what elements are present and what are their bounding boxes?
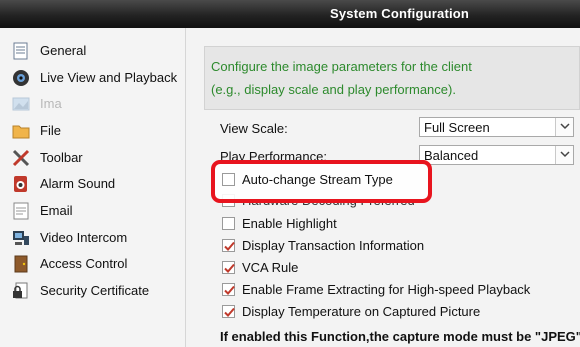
sidebar-item-access-control[interactable]: Access Control [0, 251, 186, 277]
checkmark-icon [224, 241, 235, 251]
sidebar-item-label: Video Intercom [40, 230, 128, 245]
checkbox-box[interactable] [222, 283, 235, 296]
general-icon [11, 41, 31, 61]
sidebar: General Live View and Playback Ima File … [0, 28, 186, 347]
sidebar-item-security-certificate[interactable]: Security Certificate [0, 278, 186, 304]
checkbox-label: Display Transaction Information [242, 238, 425, 253]
door-icon [11, 254, 31, 274]
image-icon [11, 94, 31, 114]
sidebar-item-live-view[interactable]: Live View and Playback [0, 65, 186, 91]
checkbox-label: VCA Rule [242, 260, 299, 275]
checkmark-icon [224, 307, 235, 317]
checkbox-label: Display Temperature on Captured Picture [242, 304, 481, 319]
folder-icon [11, 121, 31, 141]
checkbox-box[interactable] [222, 173, 235, 186]
sidebar-item-general[interactable]: General [0, 38, 186, 64]
sidebar-item-label: Access Control [40, 256, 128, 271]
info-box: Configure the image parameters for the c… [204, 46, 580, 110]
info-text-line1: Configure the image parameters for the c… [211, 59, 472, 74]
sidebar-item-toolbar[interactable]: Toolbar [0, 145, 186, 171]
checkbox-box[interactable] [222, 261, 235, 274]
certificate-icon [11, 281, 31, 301]
sidebar-item-label: General [40, 43, 87, 58]
checkbox-box[interactable] [222, 305, 235, 318]
view-scale-value: Full Screen [424, 120, 490, 135]
intercom-icon [11, 228, 31, 248]
sidebar-item-video-intercom[interactable]: Video Intercom [0, 225, 186, 251]
alarm-sound-icon [11, 174, 31, 194]
window-titlebar: System Configuration [0, 0, 580, 28]
sidebar-item-image[interactable]: Ima [0, 91, 186, 117]
window-title: System Configuration [330, 6, 470, 21]
sidebar-item-email[interactable]: Email [0, 198, 186, 224]
checkbox-label: Enable Frame Extracting for High-speed P… [242, 282, 531, 297]
checkmark-icon [224, 263, 235, 273]
info-text-line2: (e.g., display scale and play performanc… [211, 82, 456, 97]
sidebar-item-label: Ima [40, 96, 62, 111]
sidebar-item-label: File [40, 123, 61, 138]
checkbox-label: Auto-change Stream Type [242, 172, 393, 187]
chevron-down-icon[interactable] [555, 118, 573, 136]
email-icon [11, 201, 31, 221]
checkbox-box[interactable] [222, 217, 235, 230]
checkbox-box[interactable] [222, 239, 235, 252]
sidebar-item-label: Toolbar [40, 150, 83, 165]
sidebar-item-label: Live View and Playback [40, 70, 178, 85]
play-performance-select[interactable]: Balanced [419, 145, 574, 165]
camera-icon [11, 68, 31, 88]
sidebar-item-alarm-sound[interactable]: Alarm Sound [0, 171, 186, 197]
view-scale-label: View Scale: [220, 121, 288, 136]
capture-mode-note: If enabled this Function,the capture mod… [220, 329, 580, 344]
checkmark-icon [224, 285, 235, 295]
sidebar-item-label: Alarm Sound [40, 176, 116, 191]
sidebar-item-label: Security Certificate [40, 283, 150, 298]
play-performance-value: Balanced [424, 148, 479, 163]
sidebar-item-label: Email [40, 203, 73, 218]
tools-icon [11, 148, 31, 168]
chevron-down-icon[interactable] [555, 146, 573, 164]
sidebar-item-file[interactable]: File [0, 118, 186, 144]
view-scale-select[interactable]: Full Screen [419, 117, 574, 137]
checkbox-label: Enable Highlight [242, 216, 337, 231]
